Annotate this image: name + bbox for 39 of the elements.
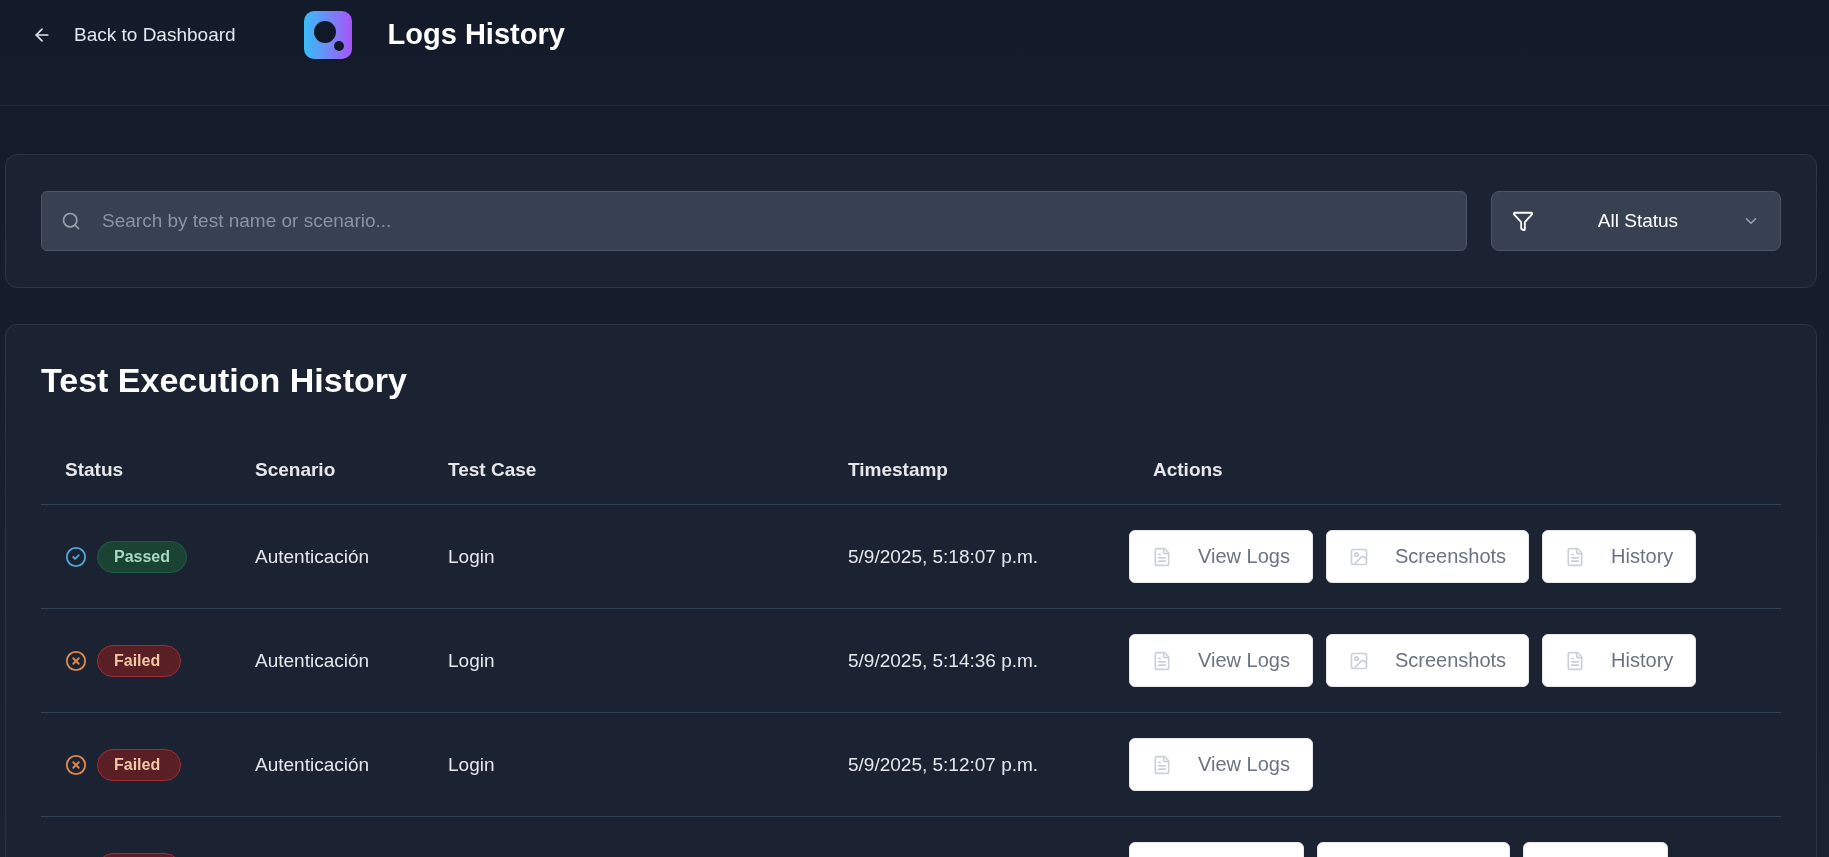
history-button[interactable]: History	[1542, 634, 1697, 687]
table-cell-text: 5/9/2025, 5:14:36 p.m.	[847, 649, 1040, 672]
column-header: Scenario	[254, 459, 337, 481]
table-cell-text: 5/9/2025, 5:18:07 p.m.	[847, 545, 1040, 568]
document-icon	[1565, 650, 1586, 671]
status-badge: Failed	[97, 748, 181, 781]
table-cell-text: 5/9/2025, 5:12:07 p.m.	[847, 753, 1040, 776]
document-icon	[1152, 650, 1172, 671]
screenshots-button[interactable]: Screenshots	[1325, 634, 1530, 687]
document-icon	[1152, 754, 1172, 775]
table-title: Test Execution History	[41, 361, 408, 400]
status-badge: Failed	[97, 644, 181, 677]
history-button[interactable]: History	[1542, 530, 1697, 583]
column-header: Status	[64, 459, 125, 481]
table-cell-text: Autenticación	[254, 545, 371, 568]
table-cell-text: Login	[447, 545, 496, 568]
image-icon	[1348, 546, 1369, 567]
filter-icon	[1512, 210, 1534, 232]
column-header: Actions	[1152, 459, 1224, 481]
table-cell-text: Autenticación	[254, 649, 371, 672]
app-logo	[303, 10, 352, 59]
view-logs-button[interactable]: View Logs	[1129, 738, 1313, 791]
search-field[interactable]: Search by test name or scenario...	[41, 191, 1467, 251]
status-badge: Passed	[97, 540, 188, 573]
view-logs-button[interactable]: View Logs	[1129, 530, 1313, 583]
table-cell-text: Login	[447, 753, 496, 776]
document-icon	[1565, 546, 1586, 567]
back-link[interactable]: Back to Dashboard	[28, 19, 240, 50]
column-header: Test Case	[447, 459, 538, 481]
document-icon	[1152, 546, 1172, 567]
view-logs-button[interactable]: View Logs	[1129, 634, 1313, 687]
image-icon	[1348, 650, 1369, 671]
search-icon	[61, 211, 81, 231]
screenshots-button[interactable]: Screenshots	[1325, 530, 1530, 583]
page-title: Logs History	[387, 18, 565, 51]
column-header: Timestamp	[847, 459, 949, 481]
table-cell-text: Login	[447, 649, 496, 672]
table-cell-text: Autenticación	[254, 753, 371, 776]
status-select[interactable]: All Status	[1491, 191, 1781, 251]
